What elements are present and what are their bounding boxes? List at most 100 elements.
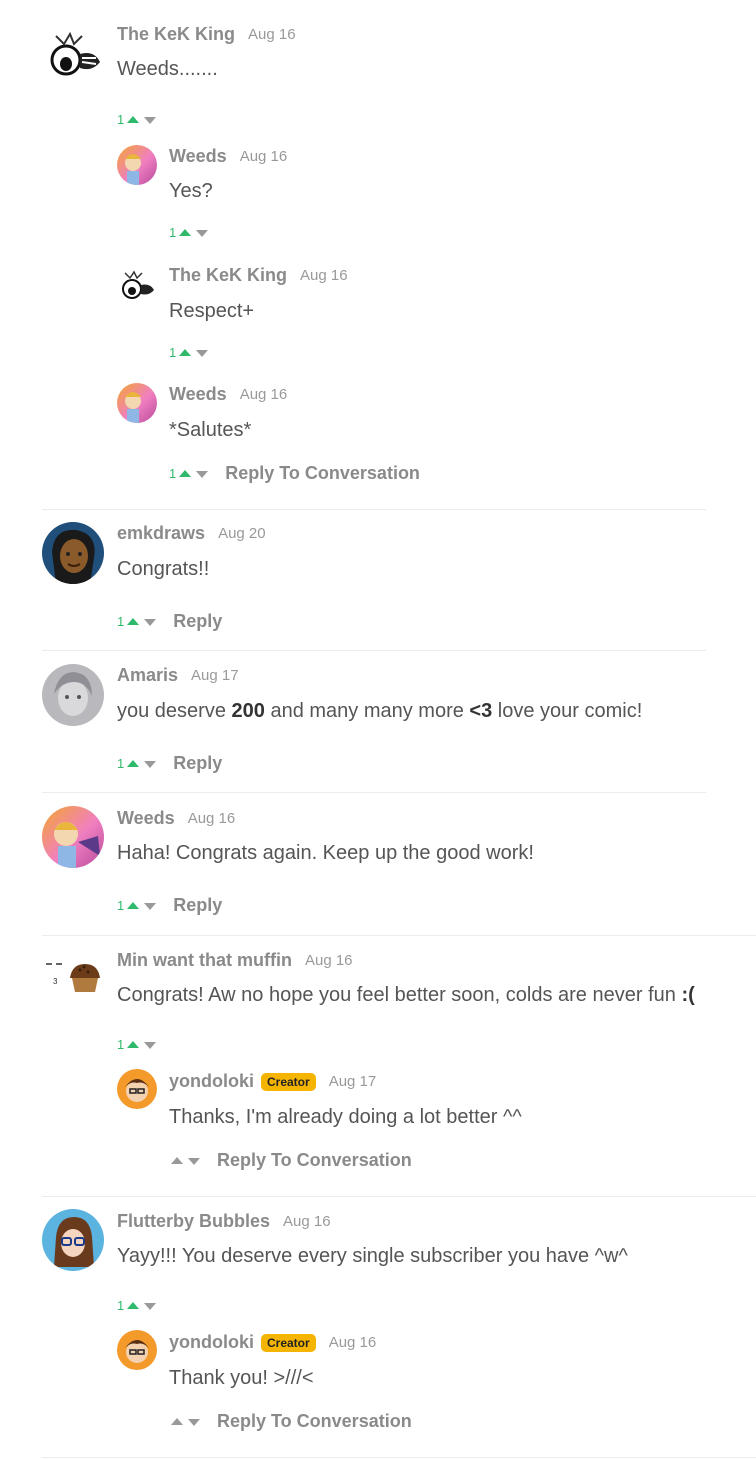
reply-button[interactable]: Reply (173, 753, 222, 774)
downvote-icon[interactable] (144, 902, 157, 910)
reply-to-conversation-button[interactable]: Reply To Conversation (225, 463, 420, 484)
reply-button[interactable]: Reply (173, 611, 222, 632)
comment-actions: 1 (117, 1037, 159, 1052)
comment-actions: 1 Reply (117, 895, 222, 916)
comment-date: Aug 16 (248, 26, 296, 43)
downvote-icon[interactable] (196, 470, 209, 478)
reply-to-conversation-button[interactable]: Reply To Conversation (217, 1411, 412, 1432)
username[interactable]: yondoloki (169, 1071, 254, 1092)
avatar[interactable] (117, 145, 157, 185)
svg-text:3: 3 (53, 977, 58, 986)
comment-text: Congrats! Aw no hope you feel better soo… (117, 984, 695, 1007)
comment-actions: 1 (117, 1298, 159, 1313)
upvote-icon[interactable] (127, 1301, 140, 1309)
upvote-icon[interactable] (127, 617, 140, 625)
vote-count: 1 (117, 898, 125, 913)
username[interactable]: The KeK King (169, 265, 287, 286)
comment-text-part: love your comic! (492, 700, 643, 722)
username[interactable]: Amaris (117, 665, 178, 686)
username[interactable]: emkdraws (117, 523, 205, 544)
comment-text-part: and many many more (264, 700, 470, 722)
vote-count: 1 (117, 1298, 125, 1313)
username[interactable]: Flutterby Bubbles (117, 1211, 270, 1232)
comment-actions: 1 Reply (117, 611, 222, 632)
reply-to-conversation-button[interactable]: Reply To Conversation (217, 1150, 412, 1171)
downvote-icon[interactable] (188, 1157, 200, 1165)
comment-date: Aug 16 (239, 148, 288, 165)
vote-count: 1 (117, 1037, 125, 1052)
upvote-icon[interactable] (127, 1040, 140, 1048)
username[interactable]: yondoloki (169, 1332, 254, 1353)
avatar[interactable] (117, 265, 157, 305)
downvote-icon[interactable] (144, 1302, 157, 1310)
avatar[interactable] (117, 1330, 157, 1370)
username[interactable]: The KeK King (117, 24, 235, 45)
upvote-icon[interactable] (127, 901, 140, 909)
comment-text: Thank you! >///< (169, 1367, 314, 1389)
comment-text: Respect+ (169, 300, 255, 322)
muffin-icon: 3 (46, 963, 100, 992)
comment-text-part: you deserve (117, 700, 232, 722)
vote-count: 1 (117, 756, 125, 771)
vote-count: 1 (117, 614, 125, 629)
comment-text: you deserve 200 and many many more <3 lo… (117, 700, 642, 723)
upvote-icon[interactable] (179, 469, 192, 477)
divider (42, 650, 706, 651)
upvote-icon[interactable] (179, 228, 192, 236)
upvote-icon[interactable] (179, 348, 192, 356)
creator-badge: Creator (261, 1333, 316, 1352)
avatar[interactable] (42, 24, 104, 86)
vote-count: 1 (169, 466, 177, 481)
comment-actions: 1 (169, 225, 211, 240)
upvote-icon[interactable] (171, 1417, 183, 1425)
comment-text-bold: 200 (231, 700, 265, 722)
divider (42, 1457, 756, 1458)
username[interactable]: Weeds (169, 384, 227, 405)
downvote-icon[interactable] (188, 1418, 200, 1426)
comment-header: Weeds Aug 16 (117, 808, 235, 829)
username[interactable]: Min want that muffin (117, 950, 292, 971)
divider (42, 935, 756, 936)
avatar[interactable] (117, 383, 157, 423)
comment-text-bold: :( (681, 984, 695, 1006)
avatar[interactable] (42, 664, 104, 726)
comment-date: Aug 17 (328, 1073, 377, 1090)
upvote-icon[interactable] (127, 759, 140, 767)
downvote-icon[interactable] (196, 229, 209, 237)
downvote-icon[interactable] (144, 116, 157, 124)
comment-actions: Reply To Conversation (169, 1150, 412, 1171)
downvote-icon[interactable] (144, 1041, 157, 1049)
comment-header: Amaris Aug 17 (117, 665, 239, 686)
vote-count: 1 (117, 112, 125, 127)
comment-date: Aug 16 (300, 267, 348, 284)
comment-text: Yayy!!! You deserve every single subscri… (117, 1245, 628, 1267)
avatar[interactable] (42, 522, 104, 584)
reply-button[interactable]: Reply (173, 895, 222, 916)
comment-actions: 1 Reply To Conversation (169, 463, 420, 484)
comment-actions: Reply To Conversation (169, 1411, 412, 1432)
avatar[interactable] (42, 806, 104, 868)
avatar[interactable]: 3 (42, 948, 104, 1010)
comment-header: Flutterby Bubbles Aug 16 (117, 1211, 331, 1232)
avatar[interactable] (117, 1069, 157, 1109)
upvote-icon[interactable] (171, 1156, 183, 1164)
downvote-icon[interactable] (144, 760, 157, 768)
comment-date: Aug 17 (191, 667, 239, 684)
comment-actions: 1 (169, 345, 211, 360)
upvote-icon[interactable] (127, 115, 140, 123)
comment-header: emkdraws Aug 20 (117, 523, 266, 544)
comment-header: The KeK King Aug 16 (169, 265, 348, 286)
creator-badge: Creator (261, 1072, 316, 1091)
comment-text-bold: <3 (469, 700, 493, 722)
vote-count: 1 (169, 345, 177, 360)
downvote-icon[interactable] (144, 618, 157, 626)
avatar[interactable] (42, 1209, 104, 1271)
username[interactable]: Weeds (169, 146, 227, 167)
username[interactable]: Weeds (117, 808, 175, 829)
comment-text: Thanks, I'm already doing a lot better ^… (169, 1106, 522, 1128)
comment-date: Aug 16 (328, 1334, 377, 1351)
downvote-icon[interactable] (196, 349, 209, 357)
comment-header: Weeds Aug 16 (169, 384, 287, 405)
comment-date: Aug 16 (304, 952, 353, 969)
comment-header: yondoloki Creator Aug 16 (169, 1332, 376, 1353)
